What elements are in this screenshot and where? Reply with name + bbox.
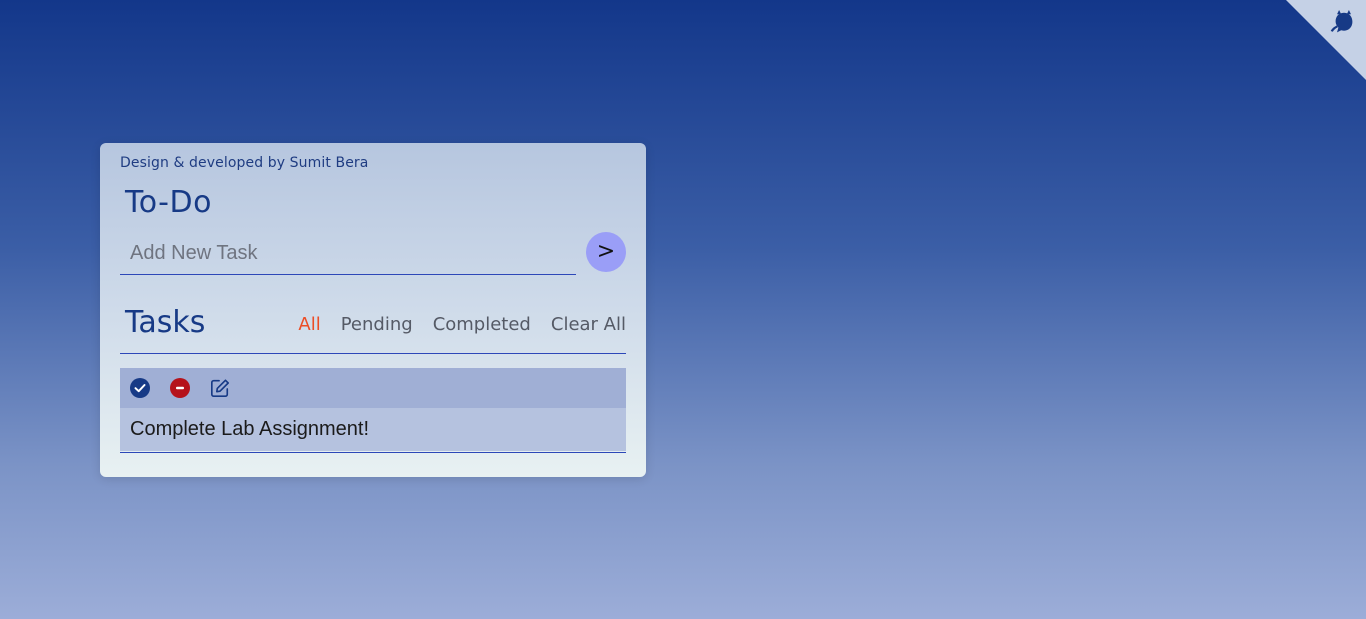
tasks-header: Tasks All Pending Completed Clear All — [120, 303, 626, 354]
filter-completed[interactable]: Completed — [433, 314, 531, 335]
filter-all[interactable]: All — [298, 314, 320, 335]
task-item: Complete Lab Assignment! — [120, 368, 626, 453]
task-text: Complete Lab Assignment! — [120, 408, 626, 451]
filter-bar: All Pending Completed Clear All — [298, 314, 626, 335]
new-task-row: > — [120, 232, 626, 276]
new-task-input[interactable] — [120, 232, 576, 275]
tasks-title: Tasks — [125, 305, 206, 340]
clear-all-button[interactable]: Clear All — [551, 314, 626, 335]
github-corner-link[interactable] — [1286, 0, 1366, 80]
todo-card: Design & developed by Sumit Bera To-Do >… — [100, 143, 646, 477]
add-task-button[interactable]: > — [586, 232, 626, 272]
task-actions — [120, 368, 626, 408]
filter-pending[interactable]: Pending — [341, 314, 413, 335]
remove-circle-icon[interactable] — [170, 378, 190, 398]
check-circle-icon[interactable] — [130, 378, 150, 398]
app-title: To-Do — [125, 185, 212, 220]
edit-icon[interactable] — [210, 378, 230, 398]
credit-text: Design & developed by Sumit Bera — [120, 155, 369, 171]
github-corner-icon — [1286, 0, 1366, 80]
